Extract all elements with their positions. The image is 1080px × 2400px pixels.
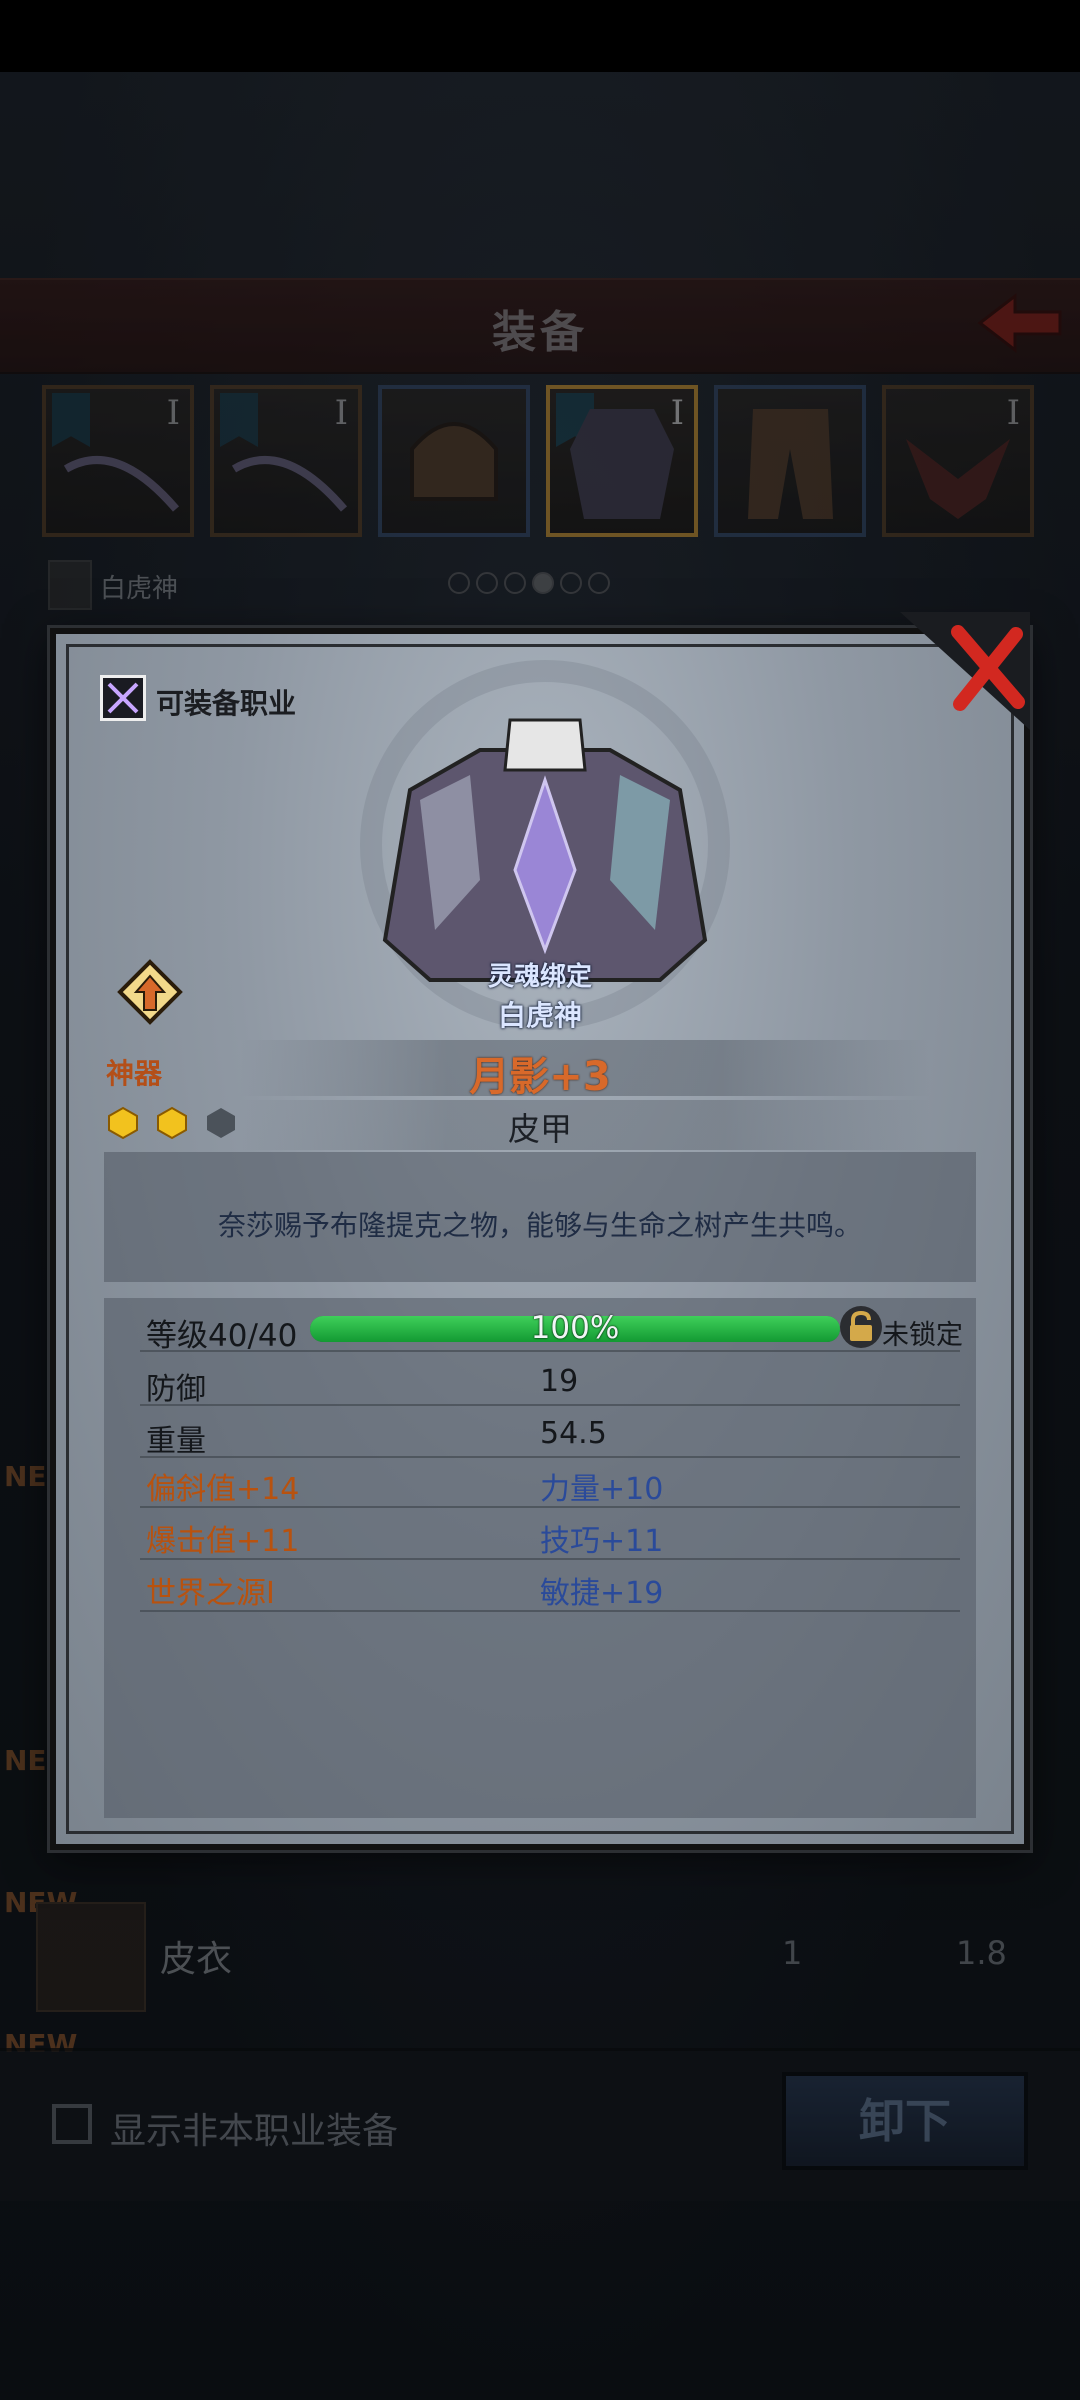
- level-label: 等级40/40: [146, 1318, 298, 1354]
- weight-value: 54.5: [540, 1416, 607, 1451]
- crit-stat: 爆击值+11: [146, 1524, 300, 1559]
- agility-stat: 敏捷+19: [540, 1576, 664, 1611]
- defense-label: 防御: [146, 1372, 206, 1407]
- bias-stat: 偏斜值+14: [146, 1472, 300, 1507]
- upgrade-icon[interactable]: [114, 958, 186, 1030]
- defense-value: 19: [540, 1364, 579, 1399]
- item-title: 月影+3: [469, 1054, 611, 1100]
- skill-stat: 技巧+11: [540, 1524, 664, 1559]
- weapon-cross-icon: [107, 682, 139, 714]
- job-class-icon[interactable]: [100, 675, 146, 721]
- world-source-stat: 世界之源I: [146, 1576, 275, 1611]
- close-icon[interactable]: [900, 612, 1030, 730]
- lock-status[interactable]: 未锁定: [882, 1313, 963, 1352]
- strength-stat: 力量+10: [540, 1472, 664, 1507]
- job-class-label[interactable]: 可装备职业: [156, 682, 296, 722]
- weight-label: 重量: [146, 1424, 206, 1459]
- lock-icon[interactable]: [838, 1304, 884, 1350]
- item-type: 皮甲: [507, 1110, 572, 1148]
- progress-percent: 100%: [530, 1310, 620, 1346]
- item-description: 奈莎赐予布隆提克之物，能够与生命之树产生共鸣。: [217, 1209, 862, 1242]
